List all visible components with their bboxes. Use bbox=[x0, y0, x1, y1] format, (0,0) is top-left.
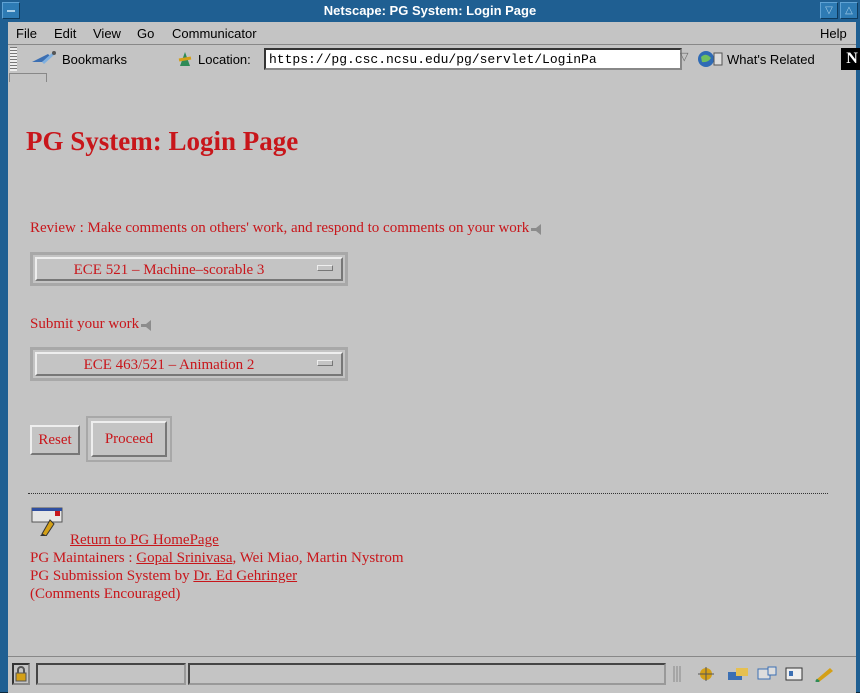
submit-select[interactable]: ECE 463/521 – Animation 2 bbox=[30, 347, 348, 381]
url-input[interactable]: https://pg.csc.ncsu.edu/pg/servlet/Login… bbox=[264, 48, 682, 70]
option-menu-indicator-icon bbox=[317, 360, 333, 366]
status-bar bbox=[8, 656, 856, 693]
url-dropdown-icon[interactable]: ▽ bbox=[680, 50, 694, 68]
system-line: PG Submission System by Dr. Ed Gehringer bbox=[30, 568, 297, 585]
menu-help[interactable]: Help bbox=[820, 26, 847, 41]
review-select[interactable]: ECE 521 – Machine–scorable 3 bbox=[30, 252, 348, 286]
menu-go[interactable]: Go bbox=[137, 26, 154, 41]
toolbar-grip[interactable] bbox=[10, 47, 17, 71]
system-prefix: PG Submission System by bbox=[30, 568, 194, 584]
review-text: Review : Make comments on others' work, … bbox=[30, 220, 543, 237]
submit-label: Submit your work bbox=[30, 316, 140, 332]
proceed-button-default-ring: Proceed bbox=[86, 416, 172, 462]
maintainer-link[interactable]: Gopal Srinivasa bbox=[136, 550, 232, 566]
proceed-button[interactable]: Proceed bbox=[91, 421, 167, 457]
window-frame-right bbox=[856, 22, 860, 692]
page-content: PG System: Login Page Review : Make comm… bbox=[8, 82, 833, 655]
comments-line: (Comments Encouraged) bbox=[30, 586, 181, 602]
window-title: Netscape: PG System: Login Page bbox=[323, 3, 537, 18]
home-link-line: Return to PG HomePage bbox=[70, 532, 219, 549]
author-link[interactable]: Dr. Ed Gehringer bbox=[193, 568, 297, 584]
maintainers-prefix: PG Maintainers : bbox=[30, 550, 137, 566]
whats-related-label[interactable]: What's Related bbox=[727, 52, 815, 67]
browser-window: Netscape: PG System: Login Page ▽ △ File… bbox=[0, 0, 860, 693]
location-icon[interactable] bbox=[176, 50, 194, 68]
whats-related-icon[interactable] bbox=[696, 49, 726, 69]
netscape-logo[interactable]: N bbox=[841, 48, 860, 70]
status-grip-icon bbox=[672, 666, 682, 682]
menu-bar: File Edit View Go Communicator Help bbox=[8, 22, 856, 45]
status-progress-area bbox=[36, 663, 186, 685]
menu-communicator[interactable]: Communicator bbox=[172, 26, 257, 41]
submit-select-value[interactable]: ECE 463/521 – Animation 2 bbox=[35, 352, 343, 376]
window-frame-left bbox=[0, 22, 8, 692]
review-select-value[interactable]: ECE 521 – Machine–scorable 3 bbox=[35, 257, 343, 281]
title-bar: Netscape: PG System: Login Page ▽ △ bbox=[0, 0, 860, 22]
menu-edit[interactable]: Edit bbox=[54, 26, 76, 41]
horizontal-rule bbox=[28, 493, 828, 494]
maximize-button[interactable]: △ bbox=[840, 2, 858, 19]
reset-button[interactable]: Reset bbox=[30, 425, 80, 455]
menu-file[interactable]: File bbox=[16, 26, 37, 41]
review-help-icon[interactable] bbox=[530, 223, 543, 236]
status-message-area bbox=[188, 663, 666, 685]
return-home-link[interactable]: Return to PG HomePage bbox=[70, 532, 219, 548]
maintainers-line: PG Maintainers : Gopal Srinivasa, Wei Mi… bbox=[30, 550, 403, 567]
location-toolbar: Bookmarks Location: https://pg.csc.ncsu.… bbox=[8, 45, 860, 73]
security-lock-icon[interactable] bbox=[12, 663, 30, 685]
submit-help-icon[interactable] bbox=[140, 319, 153, 332]
bookmarks-label[interactable]: Bookmarks bbox=[62, 52, 127, 67]
page-title: PG System: Login Page bbox=[26, 126, 299, 156]
maintainers-rest: , Wei Miao, Martin Nystrom bbox=[232, 550, 404, 566]
mail-icon[interactable] bbox=[726, 666, 748, 682]
submit-text: Submit your work bbox=[30, 316, 153, 333]
menu-view[interactable]: View bbox=[93, 26, 121, 41]
composer-icon[interactable] bbox=[814, 666, 834, 684]
bookmarks-icon[interactable] bbox=[30, 50, 58, 68]
review-label: Review : Make comments on others' work, … bbox=[30, 220, 530, 236]
newsgroups-icon[interactable] bbox=[756, 666, 777, 682]
location-label: Location: bbox=[198, 52, 251, 67]
minimize-button[interactable]: ▽ bbox=[820, 2, 838, 19]
homepage-icon[interactable] bbox=[30, 506, 66, 537]
address-book-icon[interactable] bbox=[784, 666, 804, 682]
option-menu-indicator-icon bbox=[317, 265, 333, 271]
navigator-icon[interactable] bbox=[696, 666, 716, 682]
